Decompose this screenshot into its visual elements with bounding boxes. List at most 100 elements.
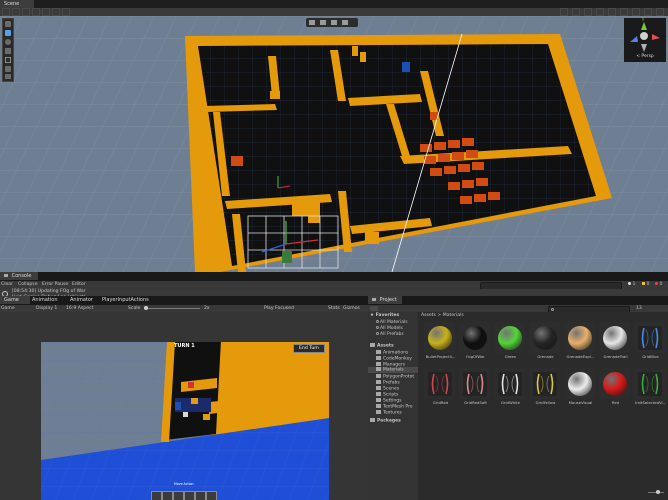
material-asset[interactable]: MouseVisual [564,368,597,405]
scene-toolbar-button[interactable] [52,8,60,16]
folder-item-selected[interactable]: Materials [368,367,418,373]
material-asset[interactable]: Grenade [529,322,562,359]
scene-toolbar-button[interactable] [12,8,20,16]
scene-toolbar-button[interactable] [608,8,616,16]
tab-project[interactable]: Project [368,296,402,304]
tab-console[interactable]: Console [0,272,38,280]
hotbar-slot[interactable] [173,491,184,500]
scene-toolbar-button[interactable] [596,8,604,16]
game-mode-dropdown[interactable]: Game [1,305,15,312]
material-asset[interactable]: BulletProjectil... [424,322,457,359]
overlay-icon[interactable] [331,20,337,25]
folder-item[interactable]: TextMesh Pro [376,404,413,409]
overlay-icon[interactable] [309,20,315,25]
overlay-icon[interactable] [320,20,326,25]
persp-label[interactable]: < Persp [624,54,666,59]
add-asset-button[interactable] [370,306,378,311]
favorites-header[interactable]: ★ Favorites [370,313,399,318]
material-asset[interactable]: GrenadeExpl... [564,322,597,359]
hand-tool-icon[interactable] [5,21,11,27]
material-asset[interactable]: GridWhite [494,368,527,405]
favorites-item[interactable]: All Materials [376,320,408,325]
folder-icon [376,356,381,360]
scene-toolbar-button[interactable] [620,8,628,16]
folder-item[interactable]: Scripts [376,392,398,397]
material-thumbnail [424,322,455,353]
aspect-dropdown[interactable]: 16:9 Aspect [66,305,93,312]
material-asset[interactable]: Red [599,368,632,405]
stats-button[interactable]: Stats [328,305,340,312]
error-pause-button[interactable]: Error Pause [42,281,68,288]
scene-toolbar-button[interactable] [62,8,70,16]
scene-toolbar-button[interactable] [2,8,10,16]
scene-viewport[interactable] [0,16,668,272]
error-count-toggle[interactable]: 0 [655,281,662,288]
hotbar-slot[interactable] [206,491,217,500]
orientation-gizmo[interactable]: y < Persp [624,16,666,62]
custom-tool-icon[interactable] [5,74,11,79]
scale-tool-icon[interactable] [5,48,11,54]
play-mode-dropdown[interactable]: Play Focused [264,305,294,312]
collapse-button[interactable]: Collapse [18,281,38,288]
tab-player-input-actions[interactable]: PlayerInputActions (Input... [98,296,166,311]
scene-toolbar-button[interactable] [32,8,40,16]
favorites-item[interactable]: All Prefabs [376,332,404,337]
tab-animator[interactable]: Animator [66,296,102,304]
packages-header[interactable]: Packages [370,418,401,423]
material-asset[interactable]: UnitSelectedVi... [634,368,667,405]
scene-toolbar-button[interactable] [22,8,30,16]
transform-tool-icon[interactable] [5,66,11,72]
move-tool-icon[interactable] [5,30,11,36]
gizmos-dropdown[interactable]: Gizmos [343,305,360,312]
material-asset[interactable]: GridRed [424,368,457,405]
display-dropdown[interactable]: Display 1 [36,305,57,312]
overlay-icon[interactable] [342,20,348,25]
scene-toolbar-button[interactable] [656,8,664,16]
material-asset[interactable]: FogOfWar [459,322,492,359]
folder-item[interactable]: Prefabs [376,380,400,385]
scene-toolbar-button[interactable] [632,8,640,16]
folder-icon [376,380,381,384]
material-asset[interactable]: GridYellow [529,368,562,405]
tab-game[interactable]: Game [0,296,30,304]
folder-item[interactable]: PolygonProtot [376,374,414,379]
scene-toolbar-button[interactable] [560,8,568,16]
scene-toolbar-button[interactable] [644,8,652,16]
scene-toolbar-button[interactable] [572,8,580,16]
scale-slider[interactable] [144,306,200,310]
folder-item[interactable]: Textures [376,410,402,415]
folder-item[interactable]: Scenes [376,386,399,391]
editor-dropdown[interactable]: Editor [72,281,86,288]
material-asset[interactable]: GridRedSoft [459,368,492,405]
hotbar-slot[interactable] [151,491,162,500]
scene-toolbar-button[interactable] [42,8,50,16]
hotbar-slot[interactable] [162,491,173,500]
folder-item[interactable]: Animations [376,350,408,355]
end-turn-button[interactable]: End Turn [293,344,325,353]
favorites-item[interactable]: All Models [376,326,403,331]
clear-button[interactable]: Clear [1,281,13,288]
tab-animation[interactable]: Animation [28,296,68,304]
hotbar-slot[interactable] [195,491,206,500]
folder-item[interactable]: CodeMonkey [376,356,412,361]
zoom-slider[interactable] [648,490,664,494]
assets-header[interactable]: Assets [370,343,394,348]
rotate-tool-icon[interactable] [5,39,11,45]
material-asset[interactable]: Green [494,322,527,359]
rect-tool-icon[interactable] [5,57,11,63]
folder-item[interactable]: Settings [376,398,401,403]
console-tab-bar: Console [0,272,668,281]
breadcrumb-item[interactable]: Assets [421,313,436,318]
material-asset[interactable]: GrenadeTrail [599,322,632,359]
zoom-slider-handle[interactable] [656,490,660,494]
scene-toolbar-button[interactable] [584,8,592,16]
breadcrumb-item[interactable]: Materials [443,313,464,318]
hotbar-slot[interactable] [184,491,195,500]
material-asset[interactable]: GridBlue [634,322,667,359]
game-viewport[interactable]: TURN 1 End Turn Move Action [41,342,329,500]
info-count-toggle[interactable]: 1 [628,281,635,288]
tab-scene[interactable]: Scene [0,0,34,8]
grid-material-icon [532,371,557,396]
scale-slider-handle[interactable] [144,306,148,310]
warning-count-toggle[interactable]: 0 [642,281,649,288]
